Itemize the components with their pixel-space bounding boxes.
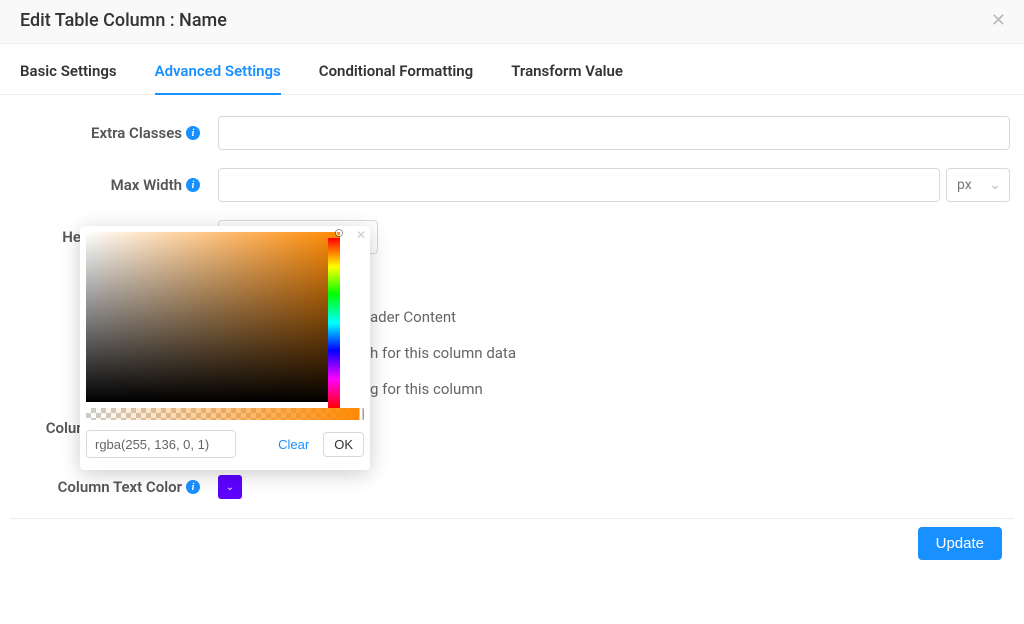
hue-handle[interactable] [326, 252, 342, 256]
picker-ok-button[interactable]: OK [323, 432, 364, 457]
sv-black-gradient [86, 232, 340, 402]
label-extra-classes: Extra Classes i [14, 124, 204, 142]
update-button[interactable]: Update [918, 527, 1002, 560]
max-width-input[interactable] [218, 168, 940, 202]
alpha-handle[interactable] [359, 408, 363, 420]
picker-hue-slider[interactable] [328, 238, 340, 408]
modal-footer: Update [10, 518, 1014, 582]
tab-conditional-formatting[interactable]: Conditional Formatting [319, 50, 473, 94]
picker-close-icon[interactable]: ✕ [356, 228, 366, 242]
sv-cursor[interactable] [336, 230, 342, 236]
tab-basic-settings[interactable]: Basic Settings [20, 50, 117, 94]
row-extra-classes: Extra Classes i [10, 107, 1014, 159]
picker-color-input[interactable] [86, 430, 236, 458]
alpha-gradient [86, 408, 364, 420]
info-icon[interactable]: i [186, 126, 200, 140]
info-icon[interactable]: i [186, 480, 200, 494]
picker-clear-button[interactable]: Clear [268, 433, 319, 456]
label-text: Extra Classes [91, 124, 182, 142]
row-max-width: Max Width i px ⌄ [10, 159, 1014, 211]
close-icon[interactable]: ✕ [991, 10, 1006, 31]
picker-footer-row: Clear OK [80, 420, 370, 462]
max-width-unit-select[interactable]: px ⌄ [946, 168, 1010, 202]
picker-alpha-slider[interactable] [86, 408, 364, 420]
chevron-down-icon: ⌄ [989, 177, 1001, 193]
column-text-color-swatch[interactable]: ⌄ [218, 475, 242, 499]
obscured-text: g for this column [370, 380, 483, 398]
tab-transform-value[interactable]: Transform Value [511, 50, 623, 94]
label-max-width: Max Width i [14, 176, 204, 194]
info-icon[interactable]: i [186, 178, 200, 192]
select-value: px [957, 177, 972, 193]
color-picker-popover: ✕ Clear OK [80, 226, 370, 470]
label-column-text-color: Column Text Color i [14, 478, 204, 496]
tab-advanced-settings[interactable]: Advanced Settings [155, 50, 281, 94]
chevron-down-icon: ⌄ [226, 482, 234, 493]
modal-header: Edit Table Column : Name ✕ [0, 0, 1024, 44]
obscured-text: ader Content [370, 308, 456, 326]
label-text: Max Width [111, 176, 182, 194]
tabs: Basic Settings Advanced Settings Conditi… [0, 50, 1024, 95]
obscured-text: h for this column data [370, 344, 516, 362]
label-text: Column Text Color [58, 478, 182, 496]
extra-classes-input[interactable] [218, 116, 1010, 150]
picker-saturation-value-area[interactable] [86, 232, 340, 402]
modal-title: Edit Table Column : Name [20, 10, 227, 31]
